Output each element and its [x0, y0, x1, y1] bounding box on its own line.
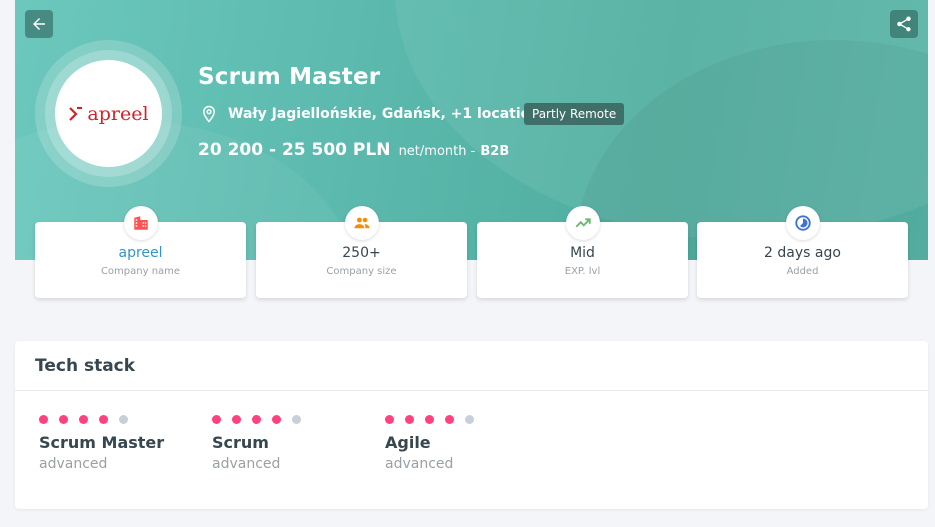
building-icon: [133, 216, 148, 230]
company-logo: apreel: [35, 40, 182, 187]
rating-dot: [385, 415, 394, 424]
share-icon: [897, 16, 911, 32]
skill-rating: [39, 415, 164, 425]
salary: 20 200 - 25 500 PLN net/month - B2B: [198, 140, 509, 160]
skill-rating: [385, 415, 474, 425]
skill-level: advanced: [39, 456, 108, 472]
skill-item: Agile advanced: [385, 415, 474, 472]
rating-dot: [99, 415, 108, 424]
rating-dot: [292, 415, 301, 424]
share-button[interactable]: [890, 10, 918, 38]
card-label: Company name: [100, 266, 181, 277]
skill-item: Scrum Master advanced: [39, 415, 164, 472]
card-label: EXP. lvl: [564, 266, 601, 277]
location-selector[interactable]: Wały Jagiellońskie, Gdańsk, +1 location: [200, 104, 560, 124]
rating-dot: [425, 415, 434, 424]
company-size-card: 250+ Company size: [256, 206, 467, 298]
rating-dot: [232, 415, 241, 424]
tech-stack-panel: Tech stack Scrum Master advanced Scrum a…: [15, 341, 928, 509]
rating-dot: [39, 415, 48, 424]
divider: [15, 390, 928, 391]
experience-level-card: Mid EXP. lvl: [477, 206, 688, 298]
people-icon: [354, 217, 369, 229]
arrow-left-icon: [33, 18, 45, 30]
company-name-link[interactable]: apreel: [35, 245, 246, 261]
map-pin-icon: [200, 104, 218, 124]
rating-dot: [405, 415, 414, 424]
skill-rating: [212, 415, 301, 425]
skill-level: advanced: [385, 456, 454, 472]
trending-up-icon: [575, 218, 591, 228]
rating-dot: [465, 415, 474, 424]
logo-wordmark: apreel: [68, 103, 149, 125]
rating-dot: [79, 415, 88, 424]
skill-item: Scrum advanced: [212, 415, 301, 472]
salary-period: net/month -: [398, 144, 476, 159]
rating-dot: [252, 415, 261, 424]
company-size-value: 250+: [342, 245, 381, 261]
location-text: Wały Jagiellońskie, Gdańsk, +1 location: [228, 106, 541, 122]
added-date-card: 2 days ago Added: [697, 206, 908, 298]
clock-icon: [794, 215, 811, 231]
salary-amount: 20 200 - 25 500 PLN: [198, 140, 391, 160]
remote-badge: Partly Remote: [524, 103, 625, 125]
skill-level: advanced: [212, 456, 281, 472]
back-button[interactable]: [25, 10, 53, 38]
contract-type: B2B: [480, 144, 510, 159]
card-label: Added: [786, 266, 819, 277]
apreel-logo-icon: [69, 106, 83, 121]
skill-name: Agile: [385, 433, 431, 452]
rating-dot: [445, 415, 454, 424]
job-title: Scrum Master: [198, 64, 381, 90]
card-label: Company size: [326, 266, 397, 277]
experience-level-value: Mid: [570, 245, 595, 261]
added-date-value: 2 days ago: [764, 245, 841, 261]
rating-dot: [59, 415, 68, 424]
rating-dot: [119, 415, 128, 424]
company-name-card: apreel Company name: [35, 206, 246, 298]
rating-dot: [272, 415, 281, 424]
section-title: Tech stack: [35, 356, 136, 376]
rating-dot: [212, 415, 221, 424]
skill-name: Scrum Master: [39, 433, 165, 452]
skill-name: Scrum: [212, 433, 269, 452]
